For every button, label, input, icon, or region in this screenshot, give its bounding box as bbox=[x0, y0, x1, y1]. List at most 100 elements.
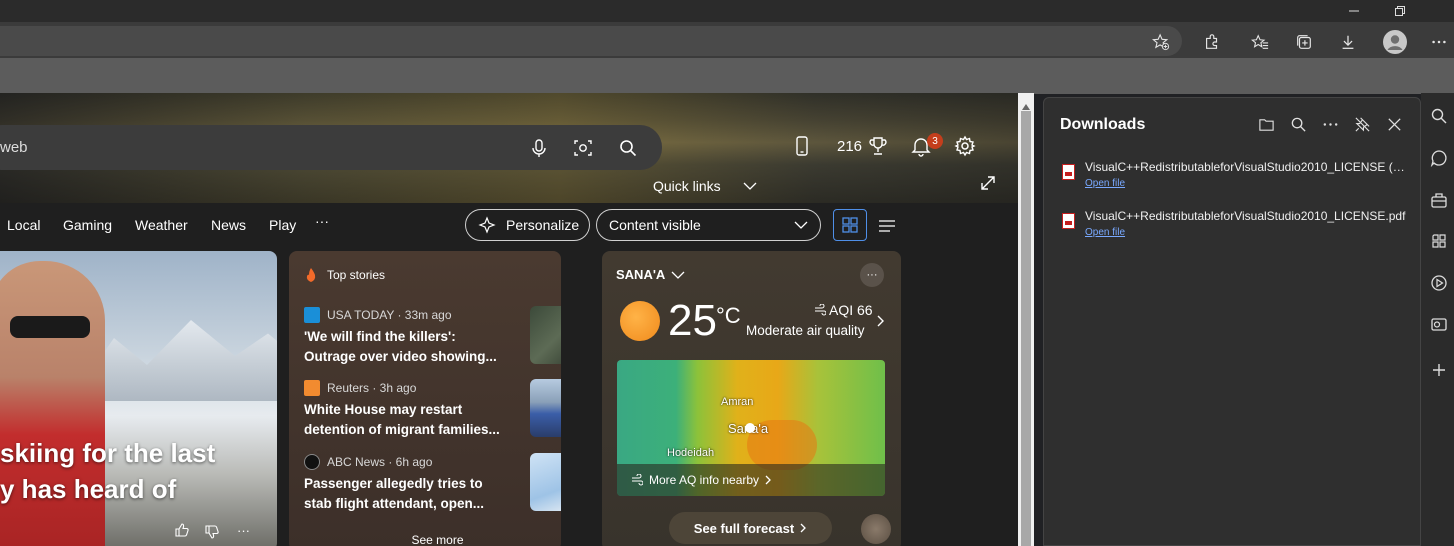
thumbs-up-icon[interactable] bbox=[175, 523, 189, 542]
usa-today-logo bbox=[304, 307, 320, 323]
more-options-icon[interactable] bbox=[1424, 27, 1454, 57]
nav-item-play[interactable]: Play bbox=[269, 217, 296, 233]
minimize-icon bbox=[1349, 10, 1359, 12]
sun-icon bbox=[620, 301, 660, 341]
air-quality-map[interactable]: Amran Sana'a Hodeidah More AQ info nearb… bbox=[617, 360, 885, 496]
downloads-title: Downloads bbox=[1060, 116, 1146, 133]
reuters-logo bbox=[304, 380, 320, 396]
story-item[interactable]: USA TODAY · 33m ago 'We will find the ki… bbox=[304, 306, 561, 367]
title-bar bbox=[0, 0, 1454, 22]
phone-icon[interactable] bbox=[793, 131, 811, 161]
story-thumbnail bbox=[530, 306, 561, 364]
list-view-button[interactable] bbox=[878, 218, 896, 239]
sparkle-edit-icon bbox=[478, 216, 496, 234]
downloads-panel: Downloads VisualC++RedistributableforVis… bbox=[1043, 97, 1421, 546]
add-icon[interactable] bbox=[1428, 359, 1450, 381]
outlook-icon[interactable] bbox=[1428, 313, 1450, 335]
search-icon[interactable] bbox=[1428, 105, 1450, 127]
msn-page: web 216 3 Quick links Local Gaming Weath… bbox=[0, 93, 1018, 546]
story-source: ABC News · 6h ago bbox=[327, 455, 433, 469]
search-icon[interactable] bbox=[615, 135, 641, 161]
flame-icon bbox=[306, 268, 316, 282]
story-item[interactable]: Reuters · 3h ago White House may restart… bbox=[304, 379, 561, 440]
copilot-icon[interactable] bbox=[1428, 147, 1450, 169]
story-source: Reuters · 3h ago bbox=[327, 381, 417, 395]
weather-avatar[interactable] bbox=[861, 514, 891, 544]
more-options-icon[interactable] bbox=[1318, 112, 1342, 136]
open-folder-icon[interactable] bbox=[1254, 112, 1278, 136]
see-more-link[interactable]: See more bbox=[289, 533, 561, 546]
download-filename: VisualC++RedistributableforVisualStudio2… bbox=[1085, 209, 1406, 223]
story-more-icon[interactable]: ··· bbox=[237, 523, 250, 538]
search-downloads-icon[interactable] bbox=[1286, 112, 1310, 136]
microsoft-365-icon[interactable] bbox=[1428, 272, 1450, 294]
microphone-icon[interactable] bbox=[526, 135, 552, 161]
open-file-link[interactable]: Open file bbox=[1085, 178, 1125, 189]
more-aq-link[interactable]: More AQ info nearby bbox=[617, 464, 885, 496]
search-placeholder: web bbox=[0, 139, 28, 156]
abc-news-logo bbox=[304, 454, 320, 470]
personalize-label: Personalize bbox=[506, 217, 580, 233]
quick-links-toggle[interactable]: Quick links bbox=[653, 178, 757, 194]
featured-story-title: skiing for the last y has heard of bbox=[0, 438, 216, 504]
story-source: USA TODAY · 33m ago bbox=[327, 308, 452, 322]
downloads-icon[interactable] bbox=[1333, 27, 1363, 57]
nav-item-weather[interactable]: Weather bbox=[135, 217, 188, 233]
restore-icon bbox=[1395, 6, 1405, 16]
top-stories-header: Top stories bbox=[305, 267, 385, 283]
story-item[interactable]: ABC News · 6h ago Passenger allegedly tr… bbox=[304, 453, 561, 514]
chevron-down-icon bbox=[794, 221, 808, 229]
edge-sidebar bbox=[1421, 93, 1454, 546]
chevron-down-icon bbox=[743, 182, 757, 190]
games-icon[interactable] bbox=[1428, 230, 1450, 252]
address-bar[interactable] bbox=[0, 26, 1182, 56]
collections-icon[interactable] bbox=[1289, 27, 1319, 57]
extensions-icon[interactable] bbox=[1197, 27, 1227, 57]
list-icon bbox=[879, 220, 895, 232]
weather-card: SANA'A ··· 25 °C AQI 66 Moderate air qua… bbox=[602, 251, 901, 546]
chevron-right-icon bbox=[765, 475, 771, 485]
profile-avatar[interactable] bbox=[1378, 25, 1412, 59]
grid-view-button[interactable] bbox=[833, 209, 867, 241]
favorites-icon[interactable] bbox=[1245, 27, 1275, 57]
download-filename: VisualC++RedistributableforVisualStudio2… bbox=[1085, 160, 1410, 174]
rewards-points: 216 bbox=[837, 137, 863, 155]
search-box[interactable]: web bbox=[0, 125, 662, 170]
scrollbar-thumb[interactable] bbox=[1021, 111, 1031, 546]
content-visibility-dropdown[interactable]: Content visible bbox=[596, 209, 821, 241]
minimize-button[interactable] bbox=[1331, 0, 1377, 22]
nav-more-button[interactable]: ··· bbox=[315, 213, 329, 229]
map-label: Hodeidah bbox=[667, 447, 715, 459]
rewards-button[interactable]: 216 bbox=[837, 131, 888, 161]
settings-icon[interactable] bbox=[954, 131, 976, 161]
visual-search-icon[interactable] bbox=[570, 135, 596, 161]
personalize-button[interactable]: Personalize bbox=[465, 209, 590, 241]
thumbs-down-icon[interactable] bbox=[205, 525, 219, 544]
content-visible-label: Content visible bbox=[609, 217, 701, 233]
add-favorite-icon[interactable] bbox=[1146, 27, 1176, 57]
story-title: White House may restart detention of mig… bbox=[304, 402, 500, 437]
story-title: Passenger allegedly tries to stab flight… bbox=[304, 476, 484, 511]
story-thumbnail bbox=[530, 453, 561, 511]
unpin-icon[interactable] bbox=[1350, 112, 1374, 136]
temperature-unit: °C bbox=[716, 303, 741, 328]
featured-story-card[interactable]: skiing for the last y has heard of ··· bbox=[0, 251, 277, 546]
open-file-link[interactable]: Open file bbox=[1085, 227, 1125, 238]
tools-icon[interactable] bbox=[1428, 189, 1450, 211]
chevron-down-icon bbox=[671, 271, 685, 279]
nav-item-local[interactable]: Local bbox=[7, 217, 40, 233]
chevron-right-icon[interactable] bbox=[876, 314, 884, 332]
nav-item-gaming[interactable]: Gaming bbox=[63, 217, 112, 233]
aqi-value: AQI 66 bbox=[814, 302, 873, 318]
close-icon[interactable] bbox=[1382, 112, 1406, 136]
weather-location[interactable]: SANA'A bbox=[616, 267, 685, 282]
restore-button[interactable] bbox=[1377, 0, 1423, 22]
tab-strip bbox=[0, 58, 1454, 94]
air-quality-text: Moderate air quality bbox=[746, 323, 865, 338]
top-stories-card: Top stories USA TODAY · 33m ago 'We will… bbox=[289, 251, 561, 546]
expand-icon[interactable] bbox=[980, 175, 996, 196]
feed-nav: Local Gaming Weather News Play ··· Perso… bbox=[0, 208, 1018, 244]
see-full-forecast-button[interactable]: See full forecast bbox=[669, 512, 832, 544]
nav-item-news[interactable]: News bbox=[211, 217, 246, 233]
weather-more-icon[interactable]: ··· bbox=[860, 263, 884, 287]
